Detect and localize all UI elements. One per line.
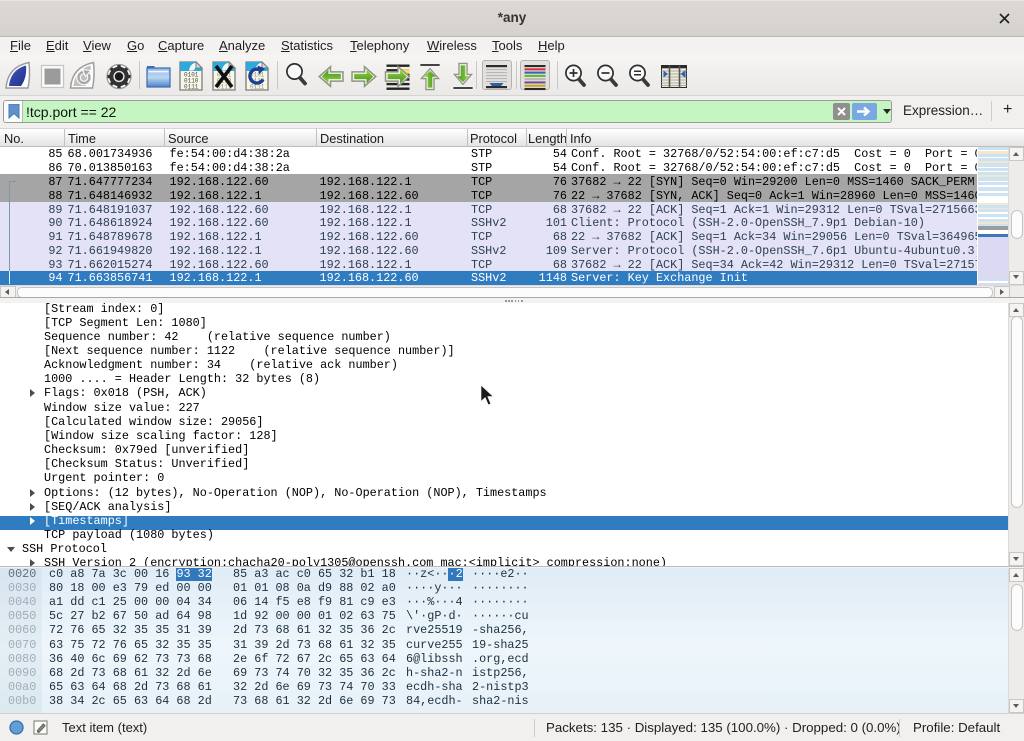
svg-text:0111: 0111 <box>184 84 199 91</box>
